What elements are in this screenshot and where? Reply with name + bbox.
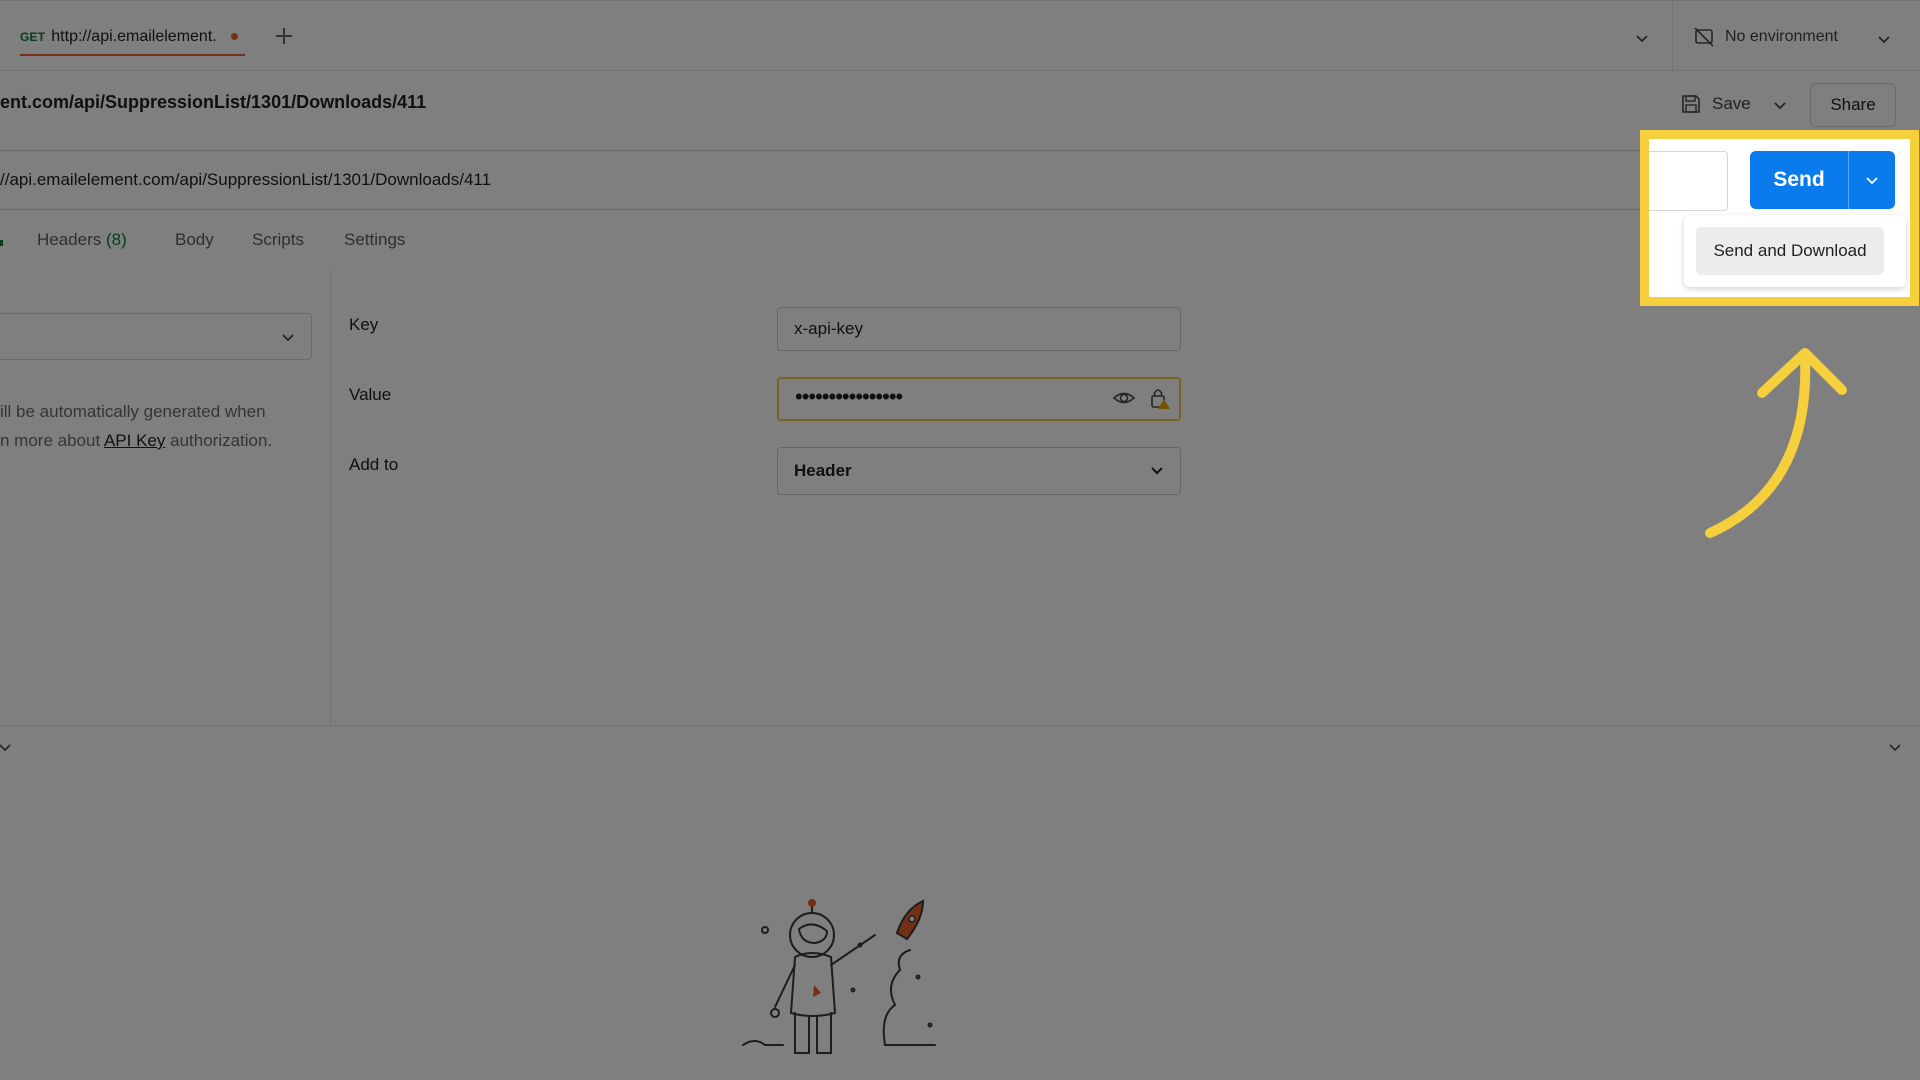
astronaut-illustration	[742, 899, 936, 1054]
key-field[interactable]: x-api-key	[777, 307, 1181, 351]
request-tab[interactable]: GET http://api.emailelement.	[20, 1, 245, 72]
divider	[1672, 1, 1673, 72]
auth-description-text: authorization.	[165, 431, 273, 450]
tab-headers-label: Headers	[37, 230, 102, 249]
value-label: Value	[349, 385, 392, 404]
plus-icon[interactable]	[273, 25, 295, 47]
request-title[interactable]: ent.com/api/SuppressionList/1301/Downloa…	[0, 92, 426, 113]
chevron-down-icon[interactable]	[1634, 30, 1650, 46]
active-tab-underline	[20, 54, 245, 56]
headers-count: (8)	[106, 230, 127, 249]
share-button[interactable]: Share	[1810, 83, 1896, 127]
tab-title: http://api.emailelement.	[51, 27, 217, 45]
chevron-down-icon[interactable]	[1888, 740, 1902, 754]
tab-headers[interactable]: Headers (8)	[37, 230, 127, 250]
add-to-select[interactable]: Header	[777, 447, 1181, 495]
highlight-frame	[1640, 130, 1919, 306]
chevron-down-icon[interactable]	[1150, 463, 1164, 477]
curved-arrow-icon	[1705, 348, 1847, 538]
auth-type-select[interactable]	[0, 313, 312, 360]
no-environment-icon	[1694, 27, 1714, 47]
eye-icon[interactable]	[1112, 388, 1136, 408]
chevron-down-icon[interactable]	[0, 740, 12, 754]
add-to-label: Add to	[349, 455, 399, 474]
auth-description: ill be automatically generated when n mo…	[0, 397, 320, 455]
auth-description-text: n more about	[0, 431, 104, 450]
lock-warning-icon[interactable]	[1149, 386, 1171, 410]
environment-label: No environment	[1725, 28, 1838, 45]
auth-tab-indicator	[0, 240, 3, 246]
unsaved-indicator	[230, 33, 238, 40]
tab-bar: GET http://api.emailelement. No environm…	[0, 0, 1920, 72]
auth-description-line: ill be automatically generated when	[0, 402, 266, 421]
environment-selector[interactable]: No environment	[1693, 25, 1838, 49]
save-button[interactable]: Save	[1680, 88, 1751, 120]
postman-window: GET http://api.emailelement. No environm…	[0, 0, 1920, 1080]
panel-divider[interactable]	[330, 270, 331, 725]
chevron-down-icon[interactable]	[281, 330, 295, 344]
response-divider[interactable]	[0, 725, 1920, 726]
tab-scripts[interactable]: Scripts	[252, 230, 304, 250]
save-label: Save	[1712, 94, 1751, 113]
method-badge: GET	[20, 29, 46, 44]
chevron-down-icon[interactable]	[1772, 97, 1788, 113]
key-label: Key	[349, 315, 379, 334]
chevron-down-icon[interactable]	[1877, 32, 1891, 46]
masked-value: ••••••••••••••••	[795, 384, 903, 409]
tab-body[interactable]: Body	[175, 230, 214, 250]
save-icon	[1682, 95, 1700, 113]
tab-settings[interactable]: Settings	[344, 230, 405, 250]
url-value: //api.emailelement.com/api/SuppressionLi…	[0, 170, 492, 189]
api-key-link[interactable]: API Key	[104, 431, 165, 450]
